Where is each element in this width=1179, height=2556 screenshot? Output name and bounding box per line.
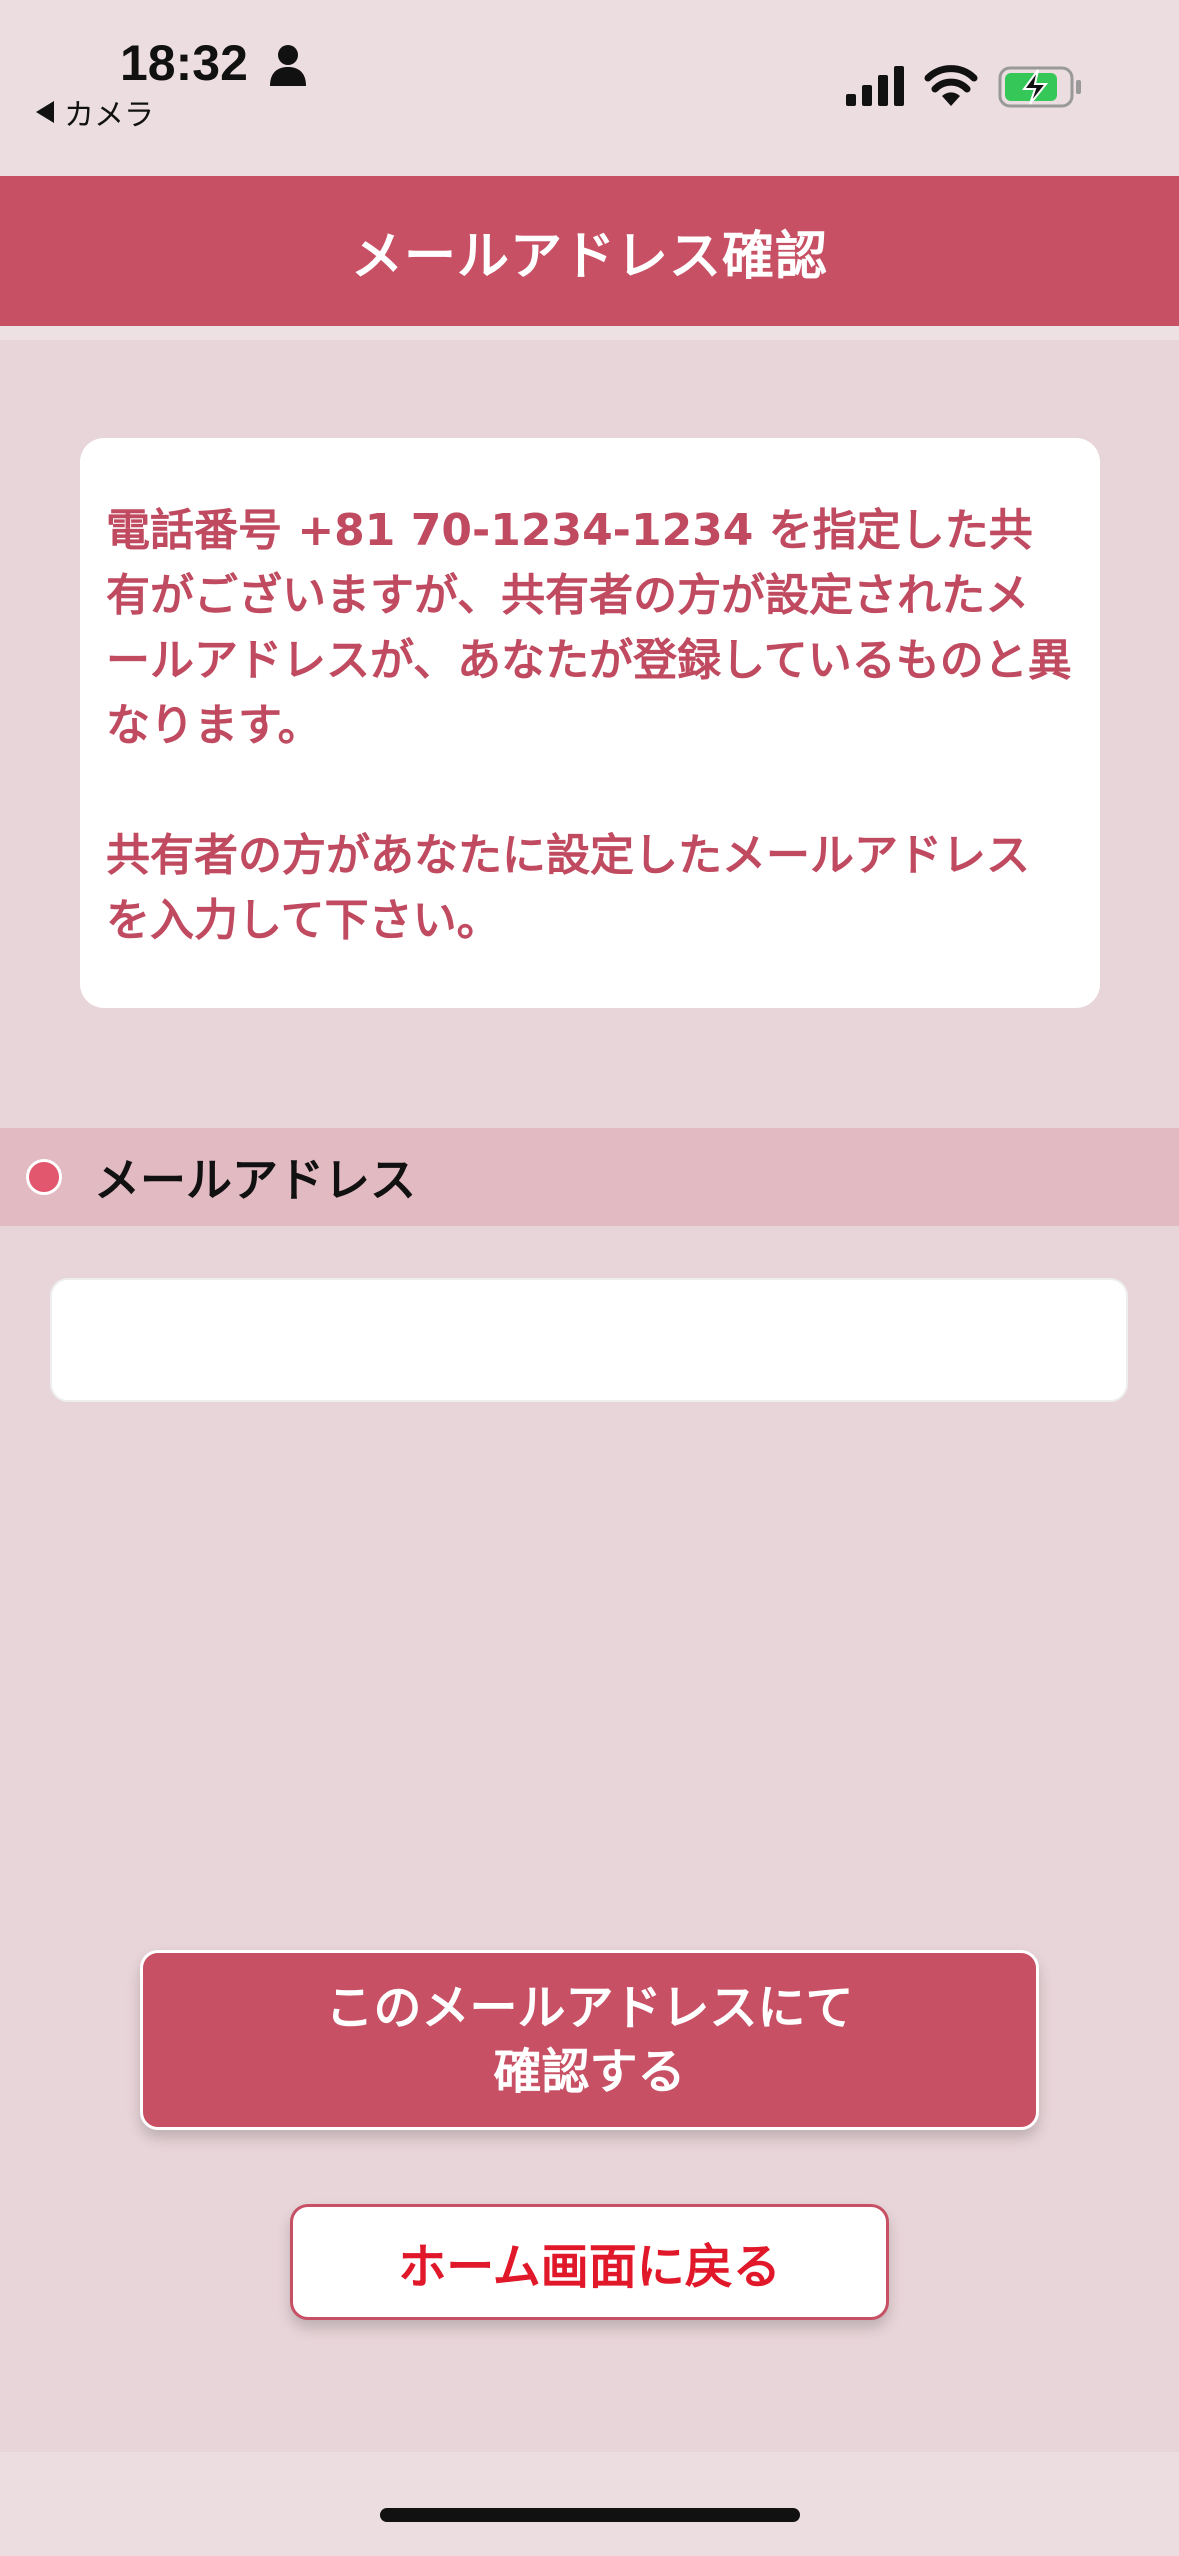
header-divider	[0, 326, 1179, 340]
home-indicator[interactable]	[380, 2508, 800, 2522]
email-section-header: メールアドレス	[0, 1128, 1179, 1226]
confirm-button-line1: このメールアドレスにて	[325, 1980, 854, 2036]
back-to-app-link[interactable]: カメラ	[36, 90, 154, 134]
message-paragraph-2: 共有者の方があなたに設定したメールアドレスを入力して下さい。	[106, 830, 1030, 946]
back-app-label: カメラ	[64, 98, 154, 133]
person-icon	[270, 45, 306, 86]
battery-charging-icon	[998, 66, 1081, 108]
signal-icon	[846, 66, 904, 106]
nav-header: メールアドレス確認	[0, 176, 1179, 326]
email-input[interactable]	[50, 1278, 1128, 1402]
email-label: メールアドレス	[94, 1153, 416, 1207]
status-time: 18:32	[120, 35, 248, 91]
page-title: メールアドレス確認	[350, 226, 828, 287]
required-dot-icon	[26, 1159, 62, 1195]
status-bar: 18:32 カメラ	[0, 0, 1179, 176]
confirm-button-line2: 確認する	[493, 2044, 686, 2100]
back-triangle-icon	[36, 101, 54, 123]
message-card: 電話番号 +81 70-1234-1234 を指定した共有がございますが、共有者…	[80, 438, 1100, 1008]
back-to-home-button[interactable]: ホーム画面に戻る	[290, 2204, 889, 2320]
message-paragraph-1: 電話番号 +81 70-1234-1234 を指定した共有がございますが、共有者…	[106, 505, 1072, 751]
wifi-icon	[924, 65, 978, 106]
bottom-area	[0, 2452, 1179, 2556]
confirm-email-button[interactable]: このメールアドレスにて 確認する	[140, 1950, 1039, 2130]
home-button-label: ホーム画面に戻る	[398, 2239, 781, 2295]
